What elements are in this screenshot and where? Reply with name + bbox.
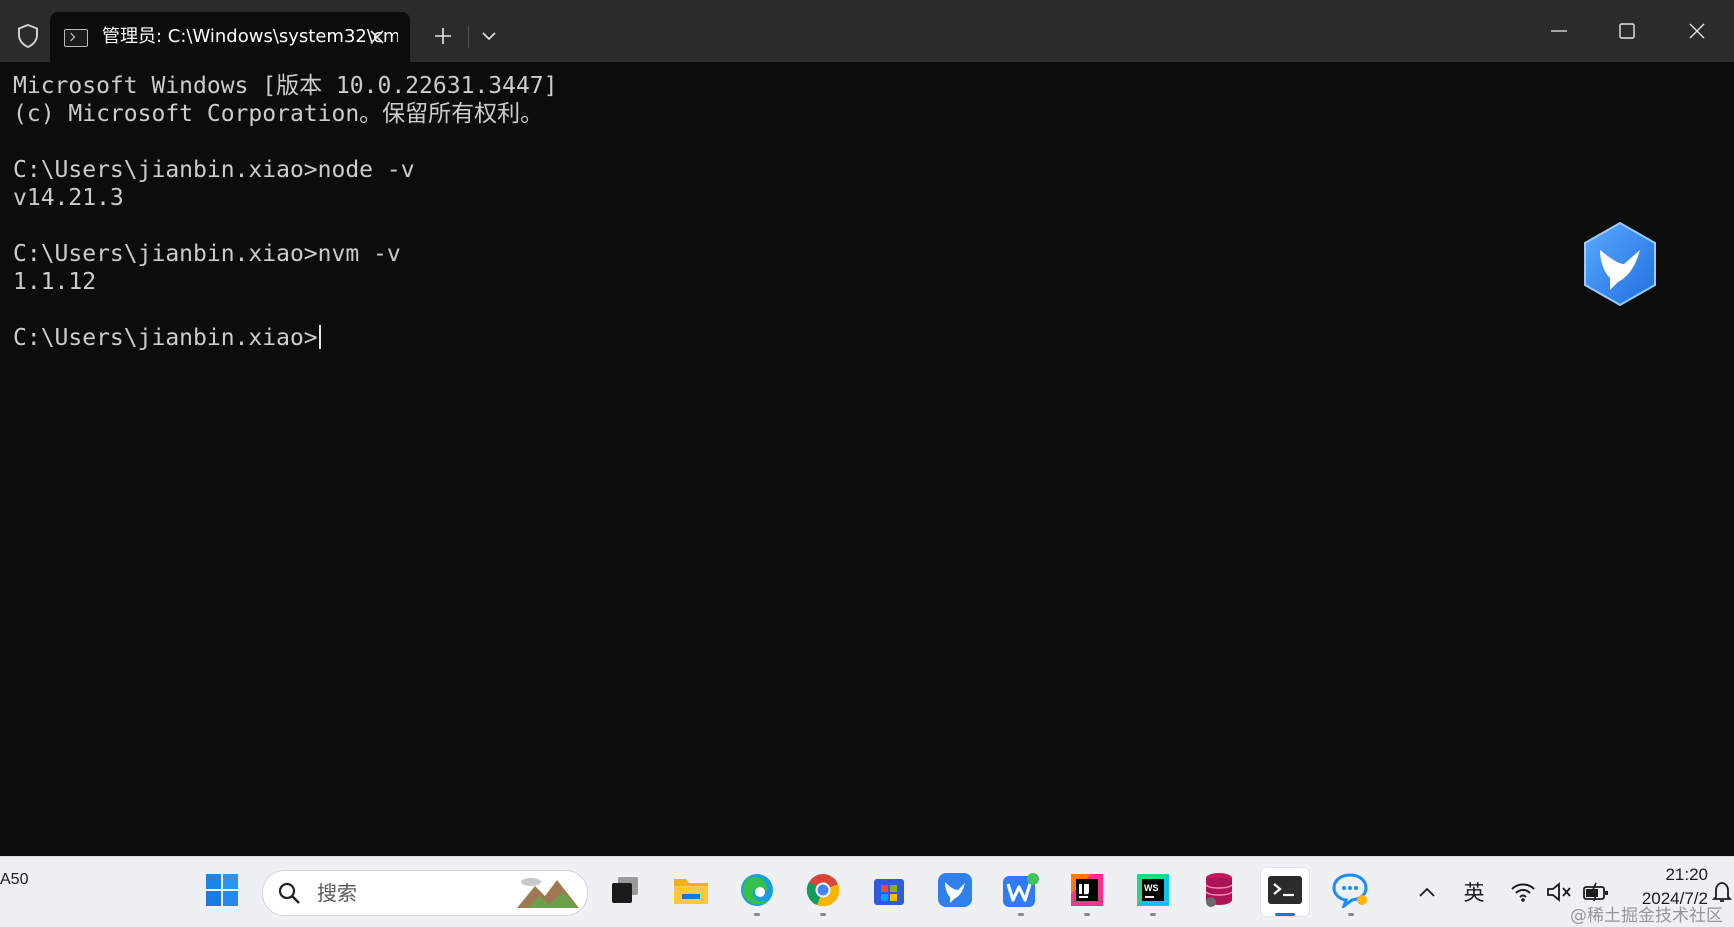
task-view-icon — [608, 875, 642, 909]
database-tool-button[interactable] — [1194, 867, 1244, 917]
chrome-button[interactable] — [798, 867, 848, 917]
show-hidden-icons-chevron-up-icon[interactable] — [1414, 875, 1440, 909]
chat-app-button[interactable] — [1326, 867, 1376, 917]
active-indicator — [1275, 913, 1295, 916]
database-icon — [1202, 871, 1236, 913]
search-highlight-illustration-icon — [513, 874, 583, 912]
intellij-icon — [1069, 872, 1105, 912]
chat-icon — [1332, 872, 1370, 912]
chrome-icon — [805, 872, 841, 912]
wps-icon — [1002, 872, 1040, 912]
terminal-prompt: C:\Users\jianbin.xiao> — [13, 325, 318, 351]
start-button[interactable] — [197, 867, 247, 917]
new-tab-plus-icon[interactable] — [426, 20, 460, 52]
webstorm-icon: WS — [1135, 872, 1171, 912]
terminal-line: Microsoft Windows [版本 10.0.22631.3447] — [13, 73, 558, 99]
running-indicator — [1018, 913, 1024, 916]
chevron-down-icon[interactable] — [474, 20, 504, 52]
terminal-line: C:\Users\jianbin.xiao>node -v — [13, 157, 415, 183]
intellij-button[interactable] — [1062, 867, 1112, 917]
store-button[interactable] — [864, 867, 914, 917]
wps-button[interactable] — [996, 867, 1046, 917]
clock-time: 21:20 — [1665, 865, 1708, 884]
close-icon[interactable] — [1674, 8, 1720, 54]
search-placeholder: 搜索 — [317, 881, 357, 905]
tab-separator — [468, 26, 469, 48]
input-language-indicator[interactable]: 英 — [1458, 875, 1490, 909]
maximize-icon[interactable] — [1604, 8, 1650, 54]
corner-text: A50 — [0, 871, 29, 888]
running-indicator — [1084, 913, 1090, 916]
terminal-line: (c) Microsoft Corporation。保留所有权利。 — [13, 101, 544, 127]
svg-text:WS: WS — [1144, 883, 1159, 893]
bird-icon — [937, 872, 973, 912]
webstorm-button[interactable]: WS — [1128, 867, 1178, 917]
tab-close-icon[interactable] — [364, 24, 390, 50]
terminal-button[interactable] — [1260, 867, 1310, 917]
text-cursor — [318, 325, 321, 349]
store-icon — [872, 873, 906, 911]
title-bar: 管理员: C:\Windows\system32\cmd.exe — [0, 0, 1734, 62]
floating-bird-icon[interactable] — [1580, 220, 1660, 308]
feishu-button[interactable] — [930, 867, 980, 917]
terminal-icon — [1267, 875, 1303, 909]
running-indicator — [1348, 913, 1354, 916]
task-view-button[interactable] — [600, 867, 650, 917]
running-indicator — [820, 913, 826, 916]
minimize-icon[interactable] — [1536, 8, 1582, 54]
taskbar: A50 搜索 WS 英 21:20 2024/7/2 @稀土掘金技术社区 — [0, 856, 1734, 927]
taskbar-search[interactable]: 搜索 — [262, 870, 588, 916]
terminal-line: v14.21.3 — [13, 185, 124, 211]
edge-button[interactable] — [732, 867, 782, 917]
admin-shield-icon — [12, 20, 44, 52]
terminal-output[interactable]: Microsoft Windows [版本 10.0.22631.3447] (… — [0, 62, 1734, 856]
terminal-prompt-line[interactable]: C:\Users\jianbin.xiao> — [13, 324, 321, 352]
folder-icon — [672, 874, 710, 910]
tab-cmd[interactable]: 管理员: C:\Windows\system32\cmd.exe — [50, 12, 410, 62]
terminal-line: C:\Users\jianbin.xiao>nvm -v — [13, 241, 401, 267]
search-icon — [277, 881, 301, 905]
running-indicator — [754, 913, 760, 916]
terminal-line: 1.1.12 — [13, 269, 97, 295]
edge-icon — [739, 872, 775, 912]
watermark-text: @稀土掘金技术社区 — [1570, 906, 1723, 926]
cmd-icon — [64, 29, 88, 47]
file-explorer-button[interactable] — [666, 867, 716, 917]
windows-logo-icon — [205, 873, 239, 911]
tab-title: 管理员: C:\Windows\system32\cmd.exe — [102, 26, 398, 47]
wifi-icon[interactable] — [1508, 875, 1538, 909]
running-indicator — [1150, 913, 1156, 916]
